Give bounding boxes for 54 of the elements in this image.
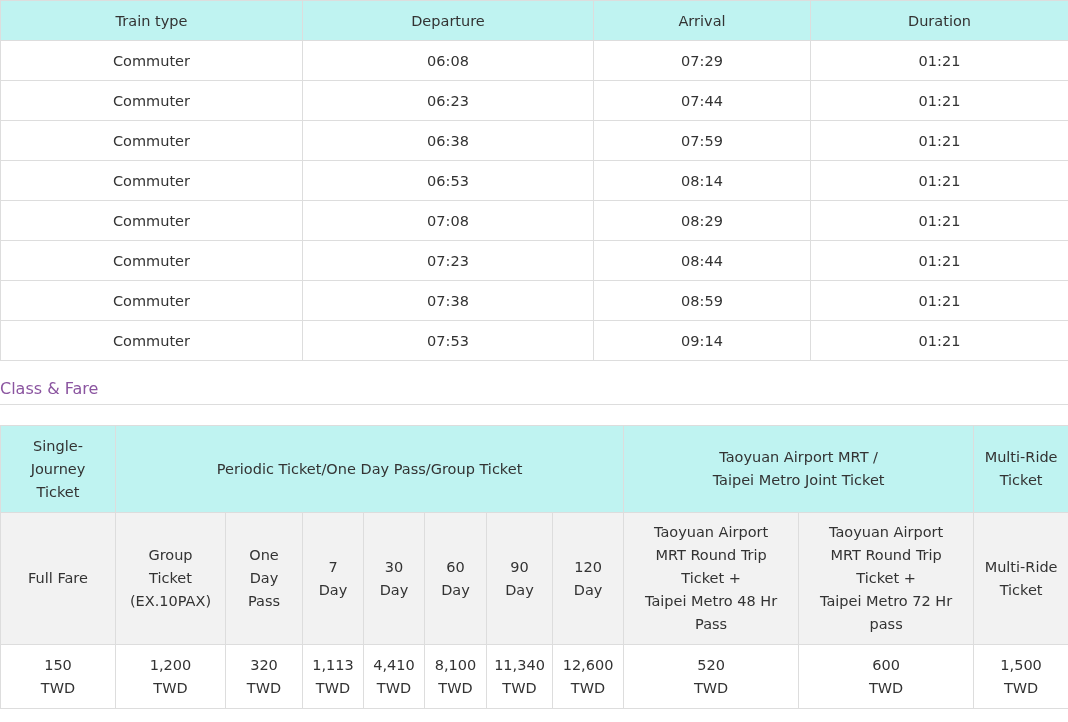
group-header: Single- Journey Ticket (0, 425, 116, 513)
price-cell: 600 TWD (798, 644, 974, 709)
price-cell: 320 TWD (225, 644, 303, 709)
column-header: Departure (302, 0, 594, 41)
column-header: 30 Day (363, 512, 425, 645)
table-cell: 06:23 (302, 80, 594, 121)
table-cell: 07:08 (302, 200, 594, 241)
table-cell: 08:59 (593, 280, 811, 321)
table-cell: Commuter (0, 80, 303, 121)
column-header: 120 Day (552, 512, 624, 645)
table-cell: Commuter (0, 280, 303, 321)
column-header: 7 Day (302, 512, 364, 645)
table-cell: Commuter (0, 240, 303, 281)
price-cell: 150 TWD (0, 644, 116, 709)
table-cell: 07:29 (593, 40, 811, 81)
table-cell: 07:23 (302, 240, 594, 281)
table-cell: 06:38 (302, 120, 594, 161)
column-header: One Day Pass (225, 512, 303, 645)
table-cell: Commuter (0, 40, 303, 81)
price-cell: 1,200 TWD (115, 644, 226, 709)
price-cell: 4,410 TWD (363, 644, 425, 709)
table-cell: Commuter (0, 160, 303, 201)
column-header: Taoyuan Airport MRT Round Trip Ticket + Taipei Metro 48 Hr Pass (623, 512, 799, 645)
table-cell: 06:53 (302, 160, 594, 201)
column-header: Full Fare (0, 512, 116, 645)
column-header: Group Ticket (EX.10PAX) (115, 512, 226, 645)
table-cell: Commuter (0, 120, 303, 161)
table-cell: 07:53 (302, 320, 594, 361)
group-header: Periodic Ticket/One Day Pass/Group Ticket (115, 425, 624, 513)
column-header: Arrival (593, 0, 811, 41)
column-header: Duration (810, 0, 1068, 41)
table-cell: 08:14 (593, 160, 811, 201)
table-cell: 07:38 (302, 280, 594, 321)
column-header: Taoyuan Airport MRT Round Trip Ticket + Taipei Metro 72 Hr pass (798, 512, 974, 645)
group-header: Taoyuan Airport MRT / Taipei Metro Joint Ticket (623, 425, 974, 513)
price-cell: 11,340 TWD (486, 644, 553, 709)
table-cell: 08:44 (593, 240, 811, 281)
price-cell: 520 TWD (623, 644, 799, 709)
table-cell: 06:08 (302, 40, 594, 81)
section-title: Class & Fare (0, 379, 100, 398)
table-cell: Commuter (0, 200, 303, 241)
table-cell: 08:29 (593, 200, 811, 241)
table-cell: 09:14 (593, 320, 811, 361)
price-cell: 8,100 TWD (424, 644, 487, 709)
column-header: Multi-Ride Ticket (973, 512, 1068, 645)
group-header: Multi-Ride Ticket (973, 425, 1068, 513)
column-header: 90 Day (486, 512, 553, 645)
table-cell: 07:44 (593, 80, 811, 121)
column-header: Train type (0, 0, 303, 41)
price-cell: 12,600 TWD (552, 644, 624, 709)
table-cell: 07:59 (593, 120, 811, 161)
price-cell: 1,113 TWD (302, 644, 364, 709)
table-cell: Commuter (0, 320, 303, 361)
column-header: 60 Day (424, 512, 487, 645)
